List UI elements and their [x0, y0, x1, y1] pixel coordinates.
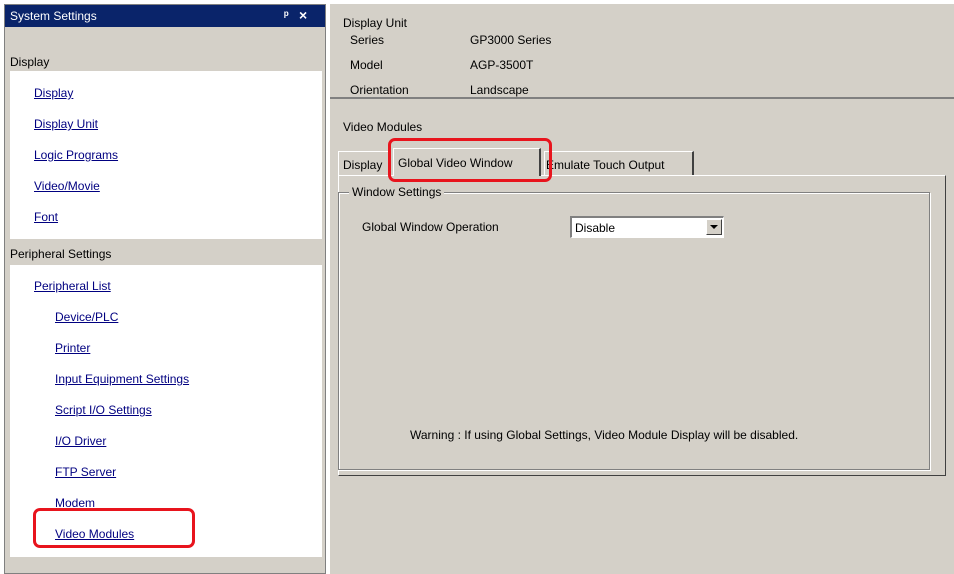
nav-link-video-modules[interactable]: Video Modules: [55, 527, 134, 541]
nav-link-display-unit[interactable]: Display Unit: [34, 117, 98, 131]
nav-link-printer[interactable]: Printer: [55, 341, 90, 355]
close-icon[interactable]: ×: [299, 7, 307, 23]
orientation-label: Orientation: [350, 83, 409, 97]
tab-emulate-touch-output[interactable]: Emulate Touch Output: [544, 151, 694, 175]
nav-link-script-io[interactable]: Script I/O Settings: [55, 403, 152, 417]
dropdown-button[interactable]: [706, 219, 722, 235]
nav-link-logic-programs[interactable]: Logic Programs: [34, 148, 118, 162]
chevron-down-icon: [710, 225, 718, 229]
nav-link-font[interactable]: Font: [34, 210, 58, 224]
display-group-box: Display Display Unit Logic Programs Vide…: [10, 71, 322, 239]
pin-icon[interactable]: ᵖ: [284, 8, 289, 22]
nav-link-modem[interactable]: Modem: [55, 496, 95, 510]
panel-title: System Settings: [10, 9, 97, 23]
tab-global-video-window[interactable]: Global Video Window: [393, 148, 541, 176]
display-group-header: Display: [10, 55, 50, 69]
video-modules-title: Video Modules: [343, 120, 423, 134]
nav-link-display[interactable]: Display: [34, 86, 73, 100]
nav-link-io-driver[interactable]: I/O Driver: [55, 434, 106, 448]
system-settings-panel: System Settings ᵖ × Display Display Disp…: [4, 4, 326, 574]
panel-title-bar: System Settings ᵖ ×: [5, 5, 325, 27]
tab-display[interactable]: Display: [338, 151, 391, 175]
window-settings-legend: Window Settings: [349, 185, 445, 199]
nav-link-ftp-server[interactable]: FTP Server: [55, 465, 116, 479]
model-value: AGP-3500T: [470, 58, 534, 72]
series-value: GP3000 Series: [470, 33, 552, 47]
peripheral-group-box: Peripheral List Device/PLC Printer Input…: [10, 265, 322, 557]
peripheral-group-header: Peripheral Settings: [10, 247, 112, 261]
model-label: Model: [350, 58, 383, 72]
global-window-operation-label: Global Window Operation: [362, 220, 499, 234]
nav-link-device-plc[interactable]: Device/PLC: [55, 310, 118, 324]
nav-link-peripheral-list[interactable]: Peripheral List: [34, 279, 111, 293]
display-unit-title: Display Unit: [343, 16, 408, 30]
series-label: Series: [350, 33, 385, 47]
orientation-value: Landscape: [470, 83, 529, 97]
global-window-operation-select[interactable]: Disable: [570, 216, 724, 238]
nav-link-video-movie[interactable]: Video/Movie: [34, 179, 100, 193]
settings-content-area: Display Unit Series GP3000 Series Model …: [330, 4, 954, 574]
nav-link-input-equipment[interactable]: Input Equipment Settings: [55, 372, 189, 386]
display-unit-info: Display Unit Series GP3000 Series Model …: [330, 4, 954, 99]
select-value: Disable: [575, 221, 616, 235]
warning-message: Warning : If using Global Settings, Vide…: [410, 428, 799, 442]
